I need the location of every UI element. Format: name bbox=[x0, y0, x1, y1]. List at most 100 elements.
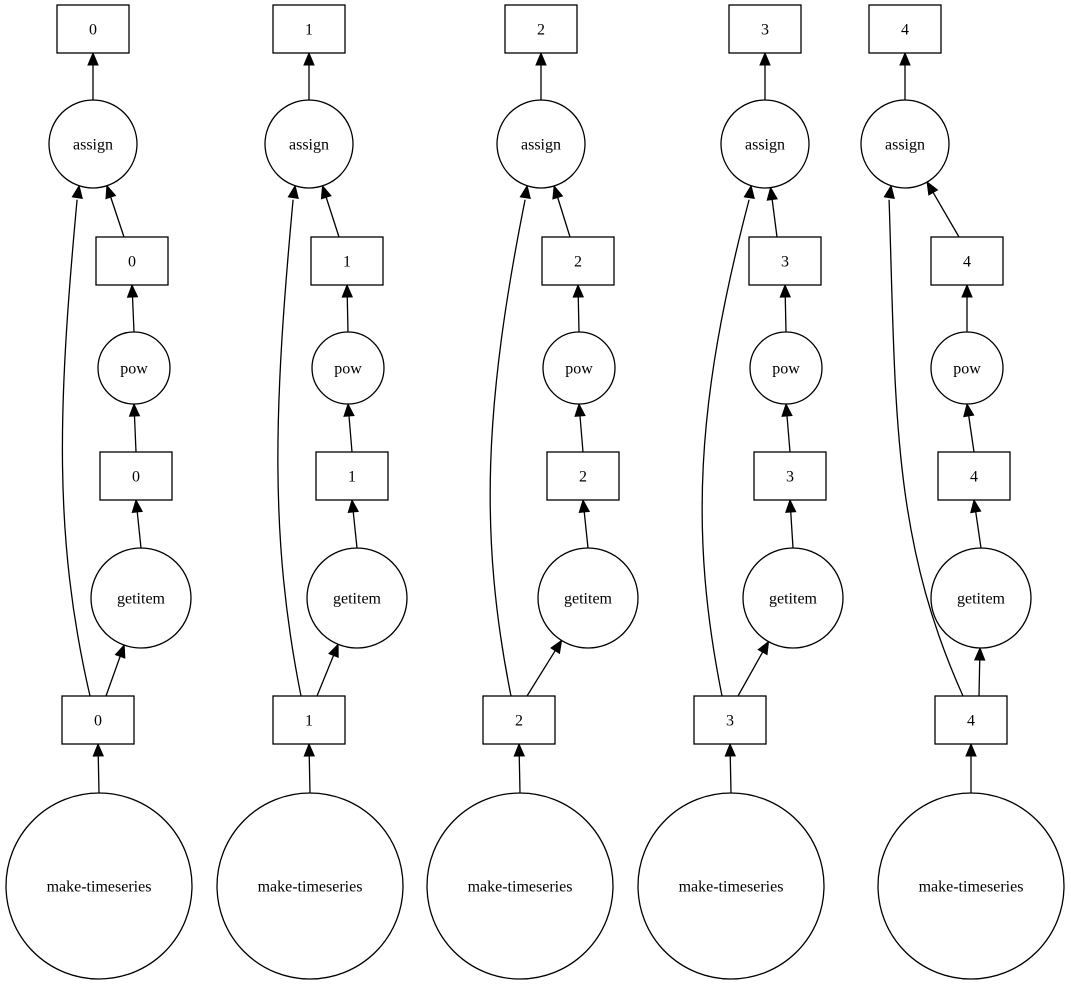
task-node-getitem[interactable]: getitem bbox=[306, 547, 408, 649]
data-node-gi_out[interactable]: 2 bbox=[546, 451, 620, 501]
data-node-result[interactable]: 1 bbox=[272, 4, 346, 54]
node-label: 2 bbox=[574, 254, 582, 271]
task-node-pow[interactable]: pow bbox=[97, 331, 171, 405]
arrow-head-icon bbox=[759, 51, 771, 66]
data-node-pow_out[interactable]: 1 bbox=[310, 236, 384, 286]
node-label: make-timeseries bbox=[468, 879, 573, 896]
task-node-pow[interactable]: pow bbox=[542, 331, 616, 405]
node-label: 2 bbox=[537, 22, 545, 39]
arrow-head-icon bbox=[128, 402, 141, 417]
edge-part-to-assign bbox=[277, 184, 302, 697]
arrow-head-icon bbox=[87, 51, 99, 66]
data-node-result[interactable]: 0 bbox=[56, 4, 130, 54]
node-label: 1 bbox=[343, 254, 351, 271]
edge-mts-to-part bbox=[965, 742, 977, 793]
edge-mts-to-part bbox=[303, 742, 316, 794]
node-label: 3 bbox=[726, 713, 734, 730]
task-node-getitem[interactable]: getitem bbox=[930, 547, 1032, 649]
node-label: 2 bbox=[515, 713, 523, 730]
edge-pow-to-pow_out bbox=[779, 283, 792, 333]
edge-assign-to-result bbox=[303, 51, 315, 100]
task-node-assign[interactable]: assign bbox=[48, 99, 138, 189]
arrow-head-icon bbox=[341, 283, 354, 298]
task-node-mts[interactable]: make-timeseries bbox=[216, 792, 404, 980]
node-label: 1 bbox=[305, 713, 313, 730]
task-node-mts[interactable]: make-timeseries bbox=[426, 792, 614, 980]
edge-pow-to-pow_out bbox=[572, 283, 585, 333]
arrow-head-icon bbox=[785, 498, 797, 513]
data-node-result[interactable]: 2 bbox=[504, 4, 578, 54]
task-node-getitem[interactable]: getitem bbox=[537, 547, 639, 649]
node-label: assign bbox=[745, 137, 785, 154]
node-label: 3 bbox=[761, 22, 769, 39]
edge-gi_out-to-pow bbox=[128, 402, 141, 453]
node-label: 3 bbox=[786, 469, 794, 486]
graph-column-4: make-timeseries 4 getitem 4 pow 4 assign 4 bbox=[860, 4, 1065, 980]
edge-getitem-to-gi_out bbox=[578, 498, 591, 549]
arrow-head-icon bbox=[552, 184, 564, 200]
node-label: 0 bbox=[94, 713, 102, 730]
arrow-head-icon bbox=[343, 402, 355, 417]
arrow-head-icon bbox=[328, 643, 339, 659]
edge-part-to-assign bbox=[489, 184, 531, 697]
edge-getitem-to-gi_out bbox=[970, 498, 982, 549]
edge-assign-to-result bbox=[899, 51, 911, 100]
task-node-pow[interactable]: pow bbox=[930, 331, 1004, 405]
task-node-assign[interactable]: assign bbox=[720, 99, 810, 189]
edge-pow_out-to-assign bbox=[105, 184, 125, 238]
data-node-part[interactable]: 3 bbox=[693, 695, 767, 745]
edge-line bbox=[61, 199, 91, 697]
node-label: getitem bbox=[117, 591, 166, 608]
node-label: assign bbox=[73, 137, 113, 154]
arrow-head-icon bbox=[535, 51, 547, 66]
arrow-head-icon bbox=[926, 180, 939, 196]
arrow-head-icon bbox=[92, 742, 105, 757]
arrow-head-icon bbox=[71, 184, 83, 199]
arrow-head-icon bbox=[114, 643, 126, 659]
arrow-head-icon bbox=[781, 402, 793, 417]
data-node-gi_out[interactable]: 0 bbox=[99, 451, 173, 501]
data-node-gi_out[interactable]: 4 bbox=[937, 451, 1011, 501]
data-node-result[interactable]: 4 bbox=[868, 4, 942, 54]
task-node-getitem[interactable]: getitem bbox=[742, 547, 844, 649]
task-node-mts[interactable]: make-timeseries bbox=[637, 792, 825, 980]
edge-part-to-getitem bbox=[105, 643, 126, 697]
data-node-result[interactable]: 3 bbox=[728, 4, 802, 54]
graph-column-0: make-timeseries 0 getitem 0 pow 0 assign 0 bbox=[5, 4, 193, 980]
node-label: pow bbox=[565, 361, 593, 378]
data-node-pow_out[interactable]: 3 bbox=[748, 236, 822, 286]
edge-mts-to-part bbox=[724, 742, 737, 794]
edge-part-to-assign bbox=[701, 184, 755, 697]
task-node-mts[interactable]: make-timeseries bbox=[877, 792, 1065, 980]
task-node-pow[interactable]: pow bbox=[311, 331, 385, 405]
node-label: getitem bbox=[769, 591, 818, 608]
data-node-pow_out[interactable]: 2 bbox=[541, 236, 615, 286]
edge-gi_out-to-pow bbox=[781, 402, 793, 453]
arrow-head-icon bbox=[757, 640, 770, 656]
task-node-assign[interactable]: assign bbox=[496, 99, 586, 189]
node-label: make-timeseries bbox=[47, 879, 152, 896]
task-node-mts[interactable]: make-timeseries bbox=[5, 792, 193, 980]
task-node-getitem[interactable]: getitem bbox=[90, 547, 192, 649]
arrow-head-icon bbox=[961, 283, 973, 298]
edge-line bbox=[277, 199, 302, 697]
arrow-head-icon bbox=[779, 283, 792, 298]
data-node-gi_out[interactable]: 3 bbox=[753, 451, 827, 501]
arrow-head-icon bbox=[766, 186, 778, 201]
data-node-gi_out[interactable]: 1 bbox=[315, 451, 389, 501]
data-node-part[interactable]: 2 bbox=[482, 695, 556, 745]
node-label: 3 bbox=[781, 254, 789, 271]
data-node-part[interactable]: 0 bbox=[61, 695, 135, 745]
task-node-assign[interactable]: assign bbox=[264, 99, 354, 189]
data-node-part[interactable]: 4 bbox=[934, 695, 1008, 745]
task-node-assign[interactable]: assign bbox=[860, 99, 950, 189]
data-node-pow_out[interactable]: 0 bbox=[95, 236, 169, 286]
data-node-pow_out[interactable]: 4 bbox=[930, 236, 1004, 286]
arrow-head-icon bbox=[519, 184, 531, 199]
node-label: pow bbox=[120, 361, 148, 378]
data-node-part[interactable]: 1 bbox=[272, 695, 346, 745]
arrow-head-icon bbox=[883, 184, 895, 199]
node-label: 4 bbox=[963, 254, 971, 271]
task-node-pow[interactable]: pow bbox=[749, 331, 823, 405]
node-label: getitem bbox=[333, 591, 382, 608]
